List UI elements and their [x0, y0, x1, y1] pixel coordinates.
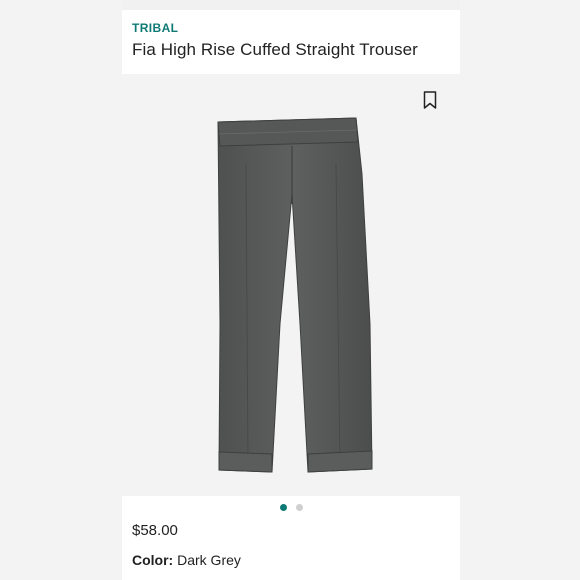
product-title: Fia High Rise Cuffed Straight Trouser	[132, 40, 418, 59]
product-card: TRIBAL Fia High Rise Cuffed Straight Tro…	[122, 10, 460, 580]
product-image-carousel[interactable]	[122, 74, 460, 496]
color-label: Color:	[132, 552, 174, 568]
carousel-dot-1[interactable]	[279, 504, 287, 511]
bookmark-icon	[423, 91, 437, 109]
right-backdrop	[460, 0, 580, 580]
product-header: TRIBAL Fia High Rise Cuffed Straight Tro…	[122, 10, 460, 74]
brand-name[interactable]: TRIBAL	[132, 21, 178, 35]
carousel-dot-2[interactable]	[295, 504, 303, 511]
left-backdrop	[0, 0, 122, 580]
color-row: Color: Dark Grey	[132, 552, 241, 568]
save-button[interactable]	[418, 88, 442, 112]
product-image	[217, 117, 373, 473]
product-price: $58.00	[132, 522, 178, 539]
color-value: Dark Grey	[177, 552, 241, 568]
carousel-indicator	[122, 504, 460, 516]
